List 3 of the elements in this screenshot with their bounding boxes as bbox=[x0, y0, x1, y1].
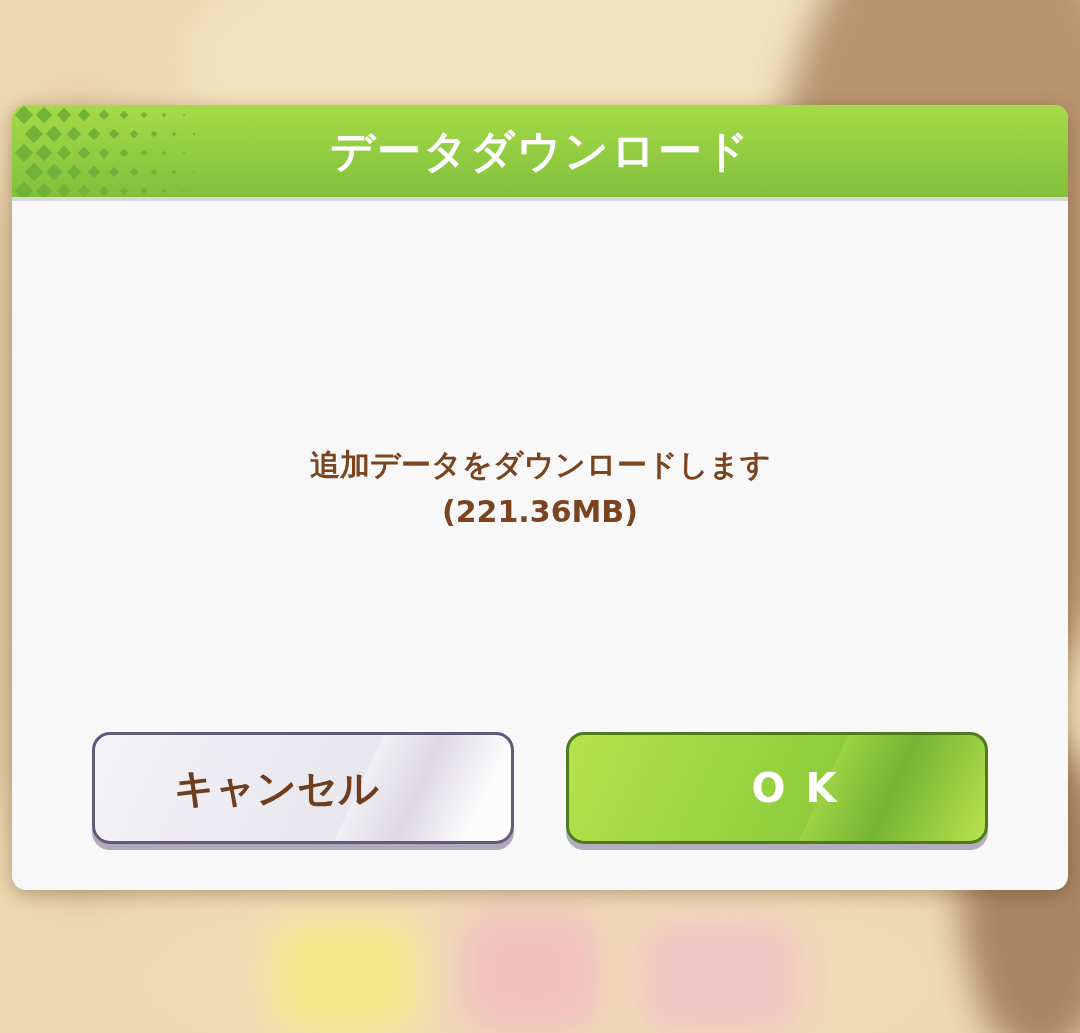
message-text: (221.36MB) bbox=[442, 493, 638, 529]
message-text: 追加データをダウンロードします bbox=[309, 445, 771, 484]
dialog-title: データダウンロード bbox=[329, 123, 751, 178]
